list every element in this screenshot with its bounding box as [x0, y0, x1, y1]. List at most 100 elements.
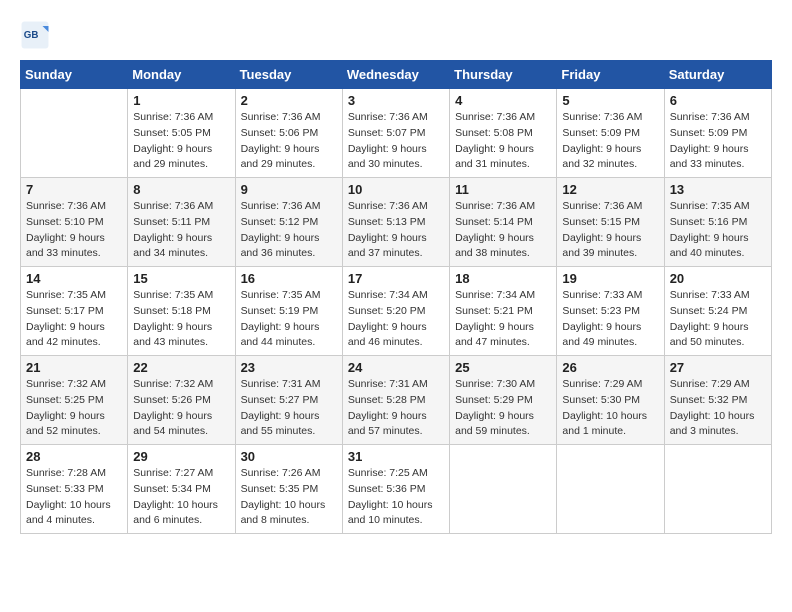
calendar-cell: 13 Sunrise: 7:35 AMSunset: 5:16 PMDayligh…	[664, 178, 771, 267]
day-header-monday: Monday	[128, 61, 235, 89]
cell-info: Sunrise: 7:26 AMSunset: 5:35 PMDaylight:…	[241, 466, 337, 529]
calendar-cell: 22Sunrise: 7:32 AMSunset: 5:26 PMDayligh…	[128, 356, 235, 445]
cell-info: Sunrise: 7:36 AMSunset: 5:15 PMDaylight:…	[562, 199, 658, 262]
calendar-cell: 1Sunrise: 7:36 AMSunset: 5:05 PMDaylight…	[128, 89, 235, 178]
cell-info: Sunrise: 7:35 AMSunset: 5:18 PMDaylight:…	[133, 288, 229, 351]
cell-date: 4	[455, 93, 551, 108]
cell-info: Sunrise: 7:29 AMSunset: 5:30 PMDaylight:…	[562, 377, 658, 440]
cell-info: Sunrise: 7:33 AMSunset: 5:24 PMDaylight:…	[670, 288, 766, 351]
cell-date: 17	[348, 271, 444, 286]
cell-date: 24	[348, 360, 444, 375]
cell-date: 21	[26, 360, 122, 375]
logo: GB	[20, 20, 52, 50]
calendar-week-4: 21 Sunrise: 7:32 AMSunset: 5:25 PMDayligh…	[21, 356, 772, 445]
calendar-week-5: 28 Sunrise: 7:28 AMSunset: 5:33 PMDayligh…	[21, 445, 772, 534]
cell-info: Sunrise: 7:36 AMSunset: 5:09 PMDaylight:…	[670, 110, 766, 173]
calendar-cell	[664, 445, 771, 534]
cell-date: 13	[670, 182, 766, 197]
calendar-cell: 28 Sunrise: 7:28 AMSunset: 5:33 PMDayligh…	[21, 445, 128, 534]
cell-info: Sunrise: 7:35 AMSunset: 5:16 PMDaylight:…	[670, 199, 766, 262]
cell-date: 20	[670, 271, 766, 286]
calendar-cell	[21, 89, 128, 178]
cell-info: Sunrise: 7:34 AMSunset: 5:21 PMDaylight:…	[455, 288, 551, 351]
cell-info: Sunrise: 7:27 AMSunset: 5:34 PMDaylight:…	[133, 466, 229, 529]
day-header-saturday: Saturday	[664, 61, 771, 89]
cell-date: 12	[562, 182, 658, 197]
cell-date: 30	[241, 449, 337, 464]
logo-icon: GB	[20, 20, 50, 50]
cell-date: 19	[562, 271, 658, 286]
calendar-cell: 16 Sunrise: 7:35 AMSunset: 5:19 PMDayligh…	[235, 267, 342, 356]
day-header-thursday: Thursday	[450, 61, 557, 89]
cell-info: Sunrise: 7:36 AMSunset: 5:06 PMDaylight:…	[241, 110, 337, 173]
cell-date: 23	[241, 360, 337, 375]
calendar-cell: 5 Sunrise: 7:36 AMSunset: 5:09 PMDaylight…	[557, 89, 664, 178]
calendar-week-1: 1Sunrise: 7:36 AMSunset: 5:05 PMDaylight…	[21, 89, 772, 178]
day-header-tuesday: Tuesday	[235, 61, 342, 89]
calendar-cell: 19Sunrise: 7:33 AMSunset: 5:23 PMDayligh…	[557, 267, 664, 356]
day-header-wednesday: Wednesday	[342, 61, 449, 89]
cell-date: 22	[133, 360, 229, 375]
calendar-cell: 9 Sunrise: 7:36 AMSunset: 5:12 PMDaylight…	[235, 178, 342, 267]
calendar-cell: 26 Sunrise: 7:29 AMSunset: 5:30 PMDayligh…	[557, 356, 664, 445]
cell-info: Sunrise: 7:30 AMSunset: 5:29 PMDaylight:…	[455, 377, 551, 440]
cell-date: 15	[133, 271, 229, 286]
cell-date: 29	[133, 449, 229, 464]
page-header: GB	[20, 20, 772, 50]
cell-info: Sunrise: 7:36 AMSunset: 5:09 PMDaylight:…	[562, 110, 658, 173]
cell-date: 10	[348, 182, 444, 197]
svg-text:GB: GB	[24, 30, 39, 41]
cell-info: Sunrise: 7:36 AMSunset: 5:07 PMDaylight:…	[348, 110, 444, 173]
calendar-cell: 24Sunrise: 7:31 AMSunset: 5:28 PMDayligh…	[342, 356, 449, 445]
calendar-cell: 23 Sunrise: 7:31 AMSunset: 5:27 PMDayligh…	[235, 356, 342, 445]
cell-info: Sunrise: 7:35 AMSunset: 5:19 PMDaylight:…	[241, 288, 337, 351]
cell-date: 16	[241, 271, 337, 286]
cell-info: Sunrise: 7:31 AMSunset: 5:27 PMDaylight:…	[241, 377, 337, 440]
calendar-cell: 20 Sunrise: 7:33 AMSunset: 5:24 PMDayligh…	[664, 267, 771, 356]
calendar-cell: 3 Sunrise: 7:36 AMSunset: 5:07 PMDaylight…	[342, 89, 449, 178]
calendar-cell: 6 Sunrise: 7:36 AMSunset: 5:09 PMDaylight…	[664, 89, 771, 178]
cell-info: Sunrise: 7:36 AMSunset: 5:08 PMDaylight:…	[455, 110, 551, 173]
calendar-table: SundayMondayTuesdayWednesdayThursdayFrid…	[20, 60, 772, 534]
cell-info: Sunrise: 7:28 AMSunset: 5:33 PMDaylight:…	[26, 466, 122, 529]
cell-date: 14	[26, 271, 122, 286]
calendar-header-row: SundayMondayTuesdayWednesdayThursdayFrid…	[21, 61, 772, 89]
cell-date: 26	[562, 360, 658, 375]
cell-info: Sunrise: 7:36 AMSunset: 5:11 PMDaylight:…	[133, 199, 229, 262]
cell-date: 27	[670, 360, 766, 375]
cell-info: Sunrise: 7:25 AMSunset: 5:36 PMDaylight:…	[348, 466, 444, 529]
cell-info: Sunrise: 7:32 AMSunset: 5:25 PMDaylight:…	[26, 377, 122, 440]
cell-info: Sunrise: 7:34 AMSunset: 5:20 PMDaylight:…	[348, 288, 444, 351]
cell-date: 25	[455, 360, 551, 375]
calendar-week-3: 14 Sunrise: 7:35 AMSunset: 5:17 PMDayligh…	[21, 267, 772, 356]
day-header-friday: Friday	[557, 61, 664, 89]
calendar-cell: 12 Sunrise: 7:36 AMSunset: 5:15 PMDayligh…	[557, 178, 664, 267]
calendar-cell: 15 Sunrise: 7:35 AMSunset: 5:18 PMDayligh…	[128, 267, 235, 356]
calendar-cell: 29 Sunrise: 7:27 AMSunset: 5:34 PMDayligh…	[128, 445, 235, 534]
calendar-cell	[557, 445, 664, 534]
cell-info: Sunrise: 7:36 AMSunset: 5:13 PMDaylight:…	[348, 199, 444, 262]
cell-date: 3	[348, 93, 444, 108]
calendar-cell: 27 Sunrise: 7:29 AMSunset: 5:32 PMDayligh…	[664, 356, 771, 445]
cell-date: 7	[26, 182, 122, 197]
calendar-cell: 30 Sunrise: 7:26 AMSunset: 5:35 PMDayligh…	[235, 445, 342, 534]
calendar-cell: 25 Sunrise: 7:30 AMSunset: 5:29 PMDayligh…	[450, 356, 557, 445]
cell-info: Sunrise: 7:36 AMSunset: 5:10 PMDaylight:…	[26, 199, 122, 262]
cell-date: 31	[348, 449, 444, 464]
cell-date: 18	[455, 271, 551, 286]
calendar-cell: 21 Sunrise: 7:32 AMSunset: 5:25 PMDayligh…	[21, 356, 128, 445]
cell-date: 9	[241, 182, 337, 197]
cell-date: 6	[670, 93, 766, 108]
calendar-cell	[450, 445, 557, 534]
cell-date: 5	[562, 93, 658, 108]
calendar-cell: 31 Sunrise: 7:25 AMSunset: 5:36 PMDayligh…	[342, 445, 449, 534]
calendar-cell: 8Sunrise: 7:36 AMSunset: 5:11 PMDaylight…	[128, 178, 235, 267]
calendar-cell: 14 Sunrise: 7:35 AMSunset: 5:17 PMDayligh…	[21, 267, 128, 356]
calendar-cell: 18 Sunrise: 7:34 AMSunset: 5:21 PMDayligh…	[450, 267, 557, 356]
cell-date: 28	[26, 449, 122, 464]
calendar-cell: 17 Sunrise: 7:34 AMSunset: 5:20 PMDayligh…	[342, 267, 449, 356]
cell-info: Sunrise: 7:36 AMSunset: 5:12 PMDaylight:…	[241, 199, 337, 262]
cell-info: Sunrise: 7:35 AMSunset: 5:17 PMDaylight:…	[26, 288, 122, 351]
calendar-cell: 4 Sunrise: 7:36 AMSunset: 5:08 PMDaylight…	[450, 89, 557, 178]
cell-info: Sunrise: 7:29 AMSunset: 5:32 PMDaylight:…	[670, 377, 766, 440]
